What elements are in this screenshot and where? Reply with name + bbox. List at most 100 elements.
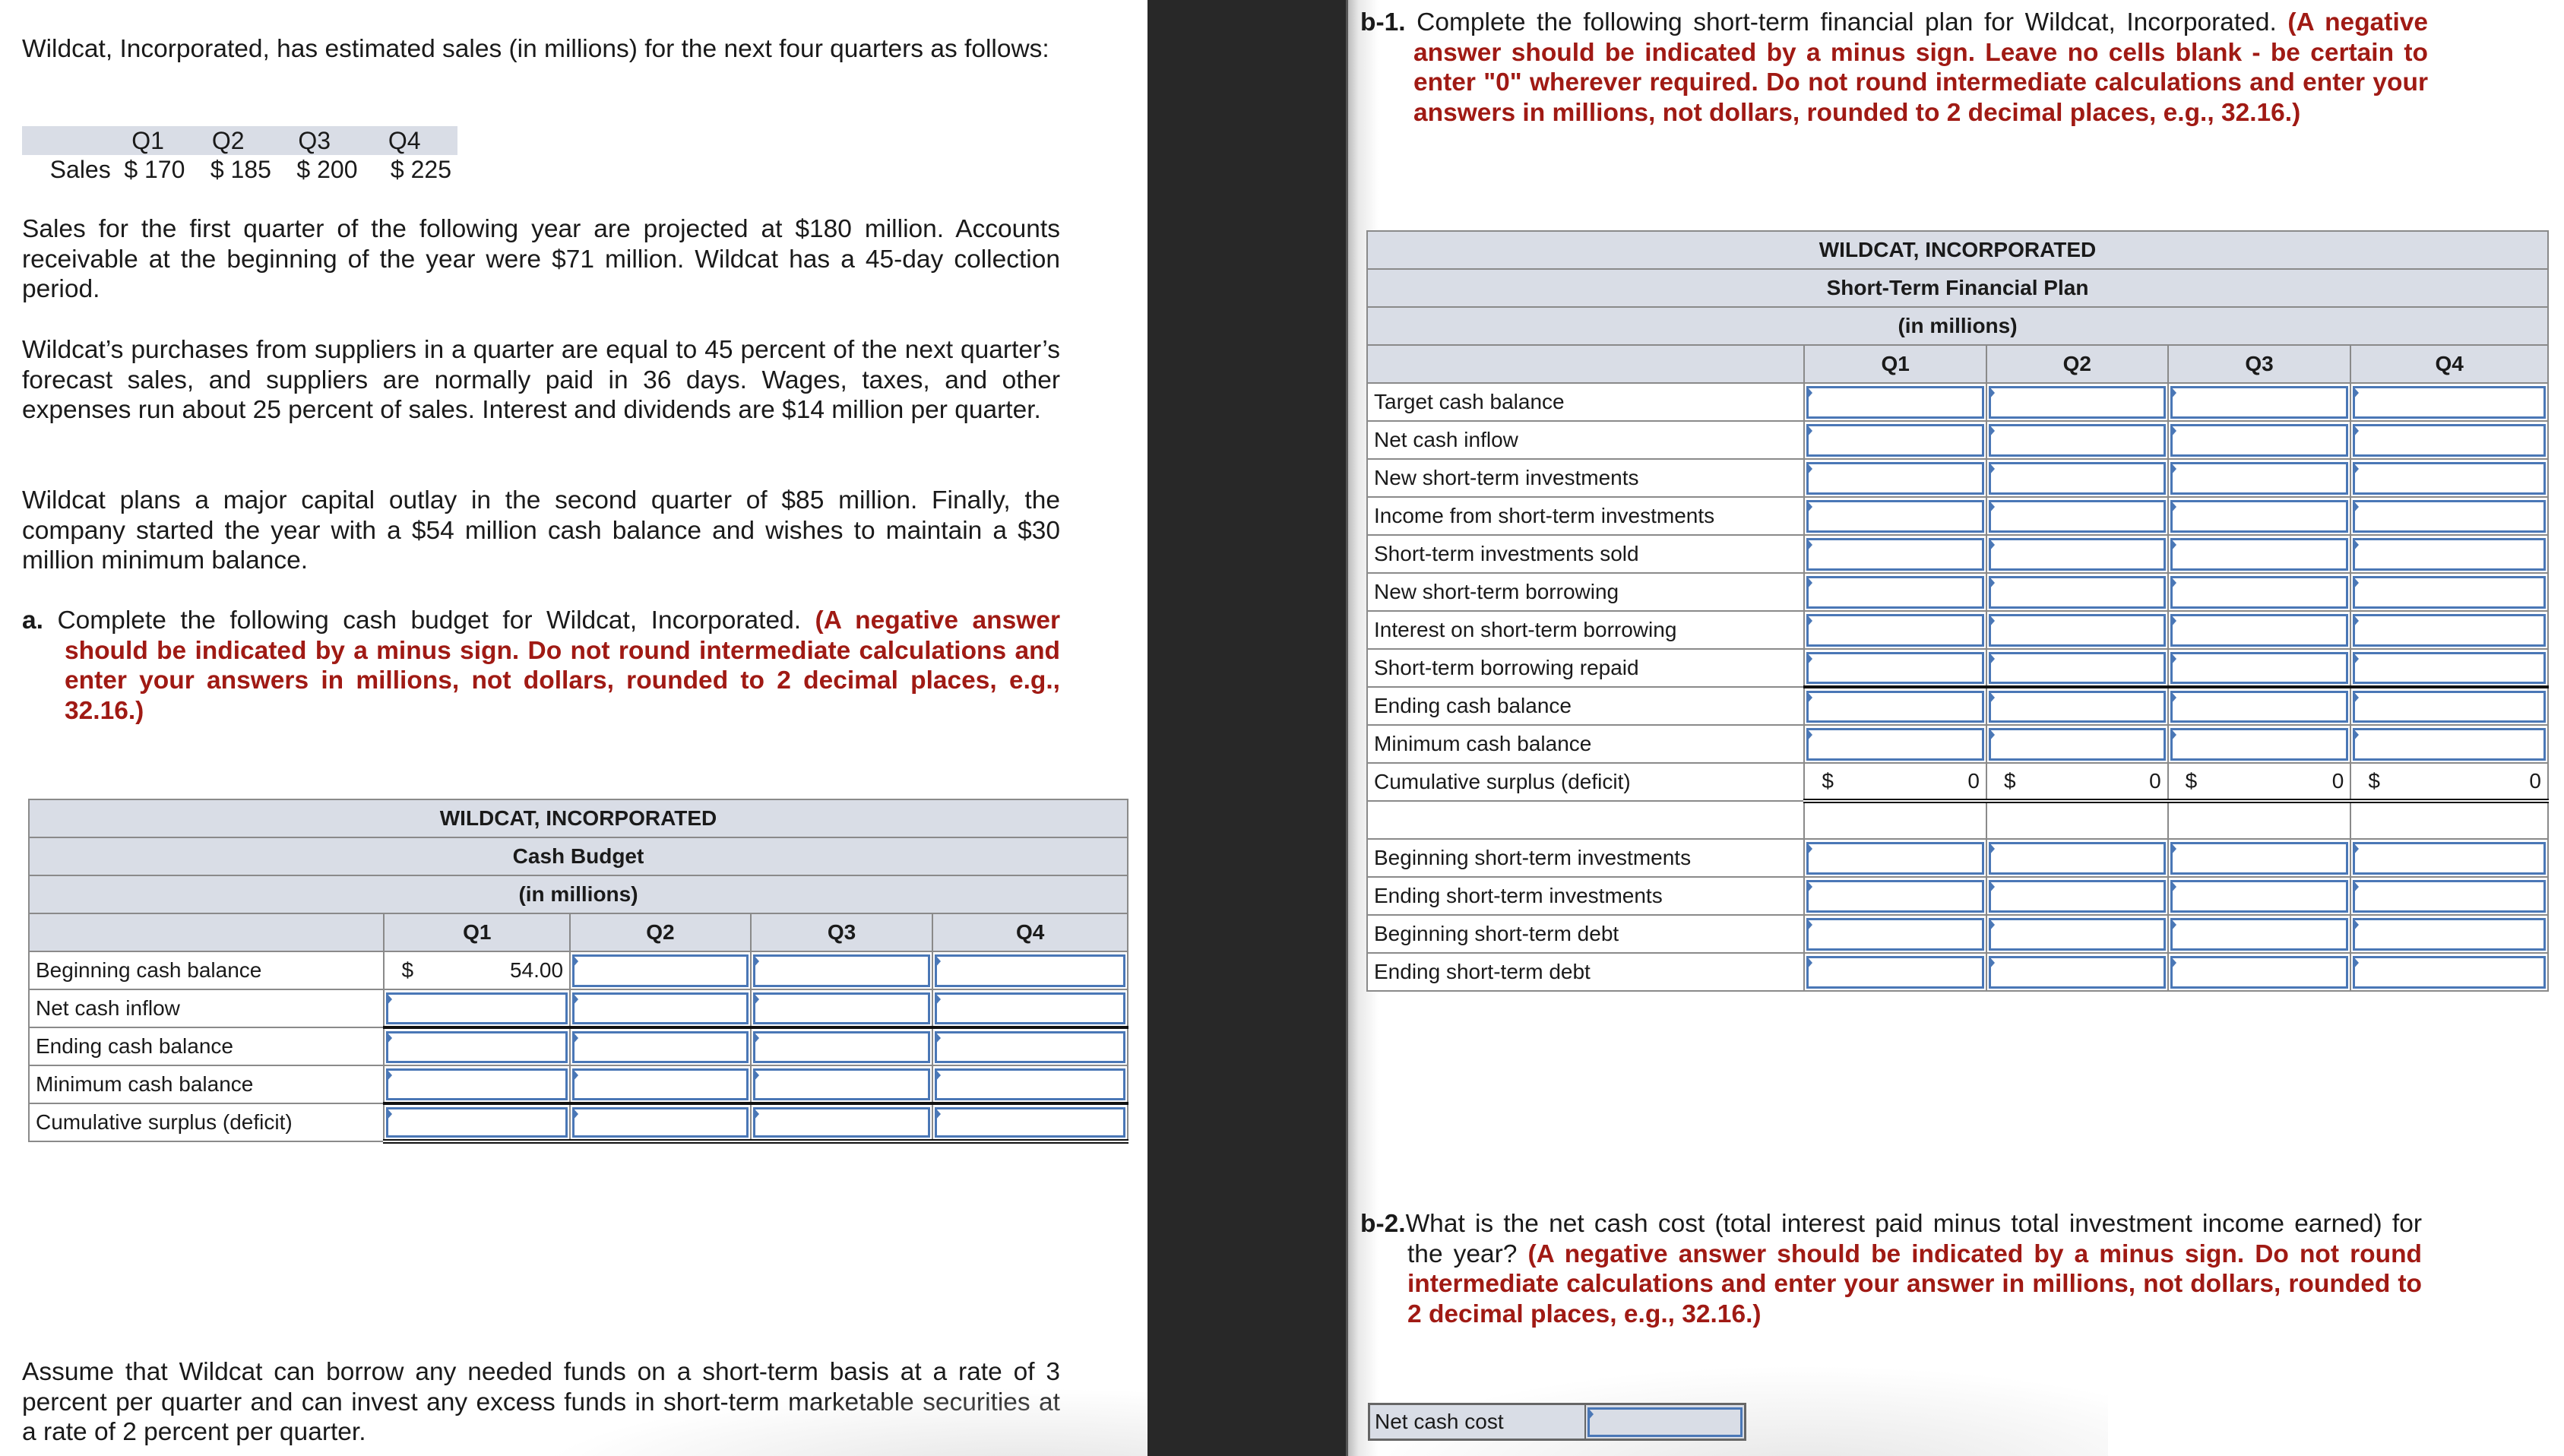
ending-cash-q1-input[interactable] — [386, 1031, 568, 1063]
ending-short-term-investments-q2-input[interactable] — [1988, 880, 2166, 913]
answer-input[interactable] — [755, 995, 929, 1022]
ending-cash-q4-input[interactable] — [935, 1031, 1125, 1063]
minimum-cash-q1-input[interactable] — [386, 1068, 568, 1100]
answer-input[interactable] — [575, 995, 746, 1022]
answer-input[interactable] — [937, 1109, 1123, 1135]
ending-cash-balance-q2-input[interactable] — [1988, 691, 2166, 723]
answer-input[interactable] — [2172, 654, 2347, 682]
answer-input[interactable] — [1809, 844, 1982, 872]
beginning-short-term-investments-q3-input[interactable] — [2170, 842, 2349, 875]
answer-input[interactable] — [388, 995, 566, 1022]
new-short-term-borrowing-q3-input[interactable] — [2170, 576, 2349, 609]
beginning-cash-q3-input[interactable] — [752, 954, 931, 987]
minimum-cash-q4-input[interactable] — [935, 1068, 1125, 1100]
short-term-investments-sold-q1-input[interactable] — [1806, 538, 1984, 571]
beginning-short-term-debt-q4-input[interactable] — [2353, 918, 2546, 951]
answer-input[interactable] — [2355, 693, 2543, 720]
answer-input[interactable] — [1809, 730, 1982, 758]
beginning-short-term-debt-q1-input[interactable] — [1806, 918, 1984, 951]
answer-input[interactable] — [1809, 958, 1982, 986]
new-short-term-borrowing-q4-input[interactable] — [2353, 576, 2546, 609]
short-term-investments-sold-q2-input[interactable] — [1988, 538, 2166, 571]
beginning-short-term-debt-q2-input[interactable] — [1988, 918, 2166, 951]
answer-input[interactable] — [575, 1109, 746, 1135]
target-cash-balance-q1-input[interactable] — [1806, 386, 1984, 419]
answer-input[interactable] — [1990, 578, 2164, 606]
beginning-short-term-investments-q4-input[interactable] — [2353, 842, 2546, 875]
answer-input[interactable] — [1809, 426, 1982, 454]
answer-input[interactable] — [1809, 654, 1982, 682]
answer-input[interactable] — [2355, 920, 2543, 948]
answer-input[interactable] — [2355, 616, 2543, 644]
net-cash-inflow-q4-input[interactable] — [2353, 424, 2546, 457]
answer-input[interactable] — [755, 1033, 929, 1061]
minimum-cash-balance-q1-input[interactable] — [1806, 728, 1984, 761]
target-cash-balance-q4-input[interactable] — [2353, 386, 2546, 419]
minimum-cash-balance-q3-input[interactable] — [2170, 728, 2349, 761]
answer-input[interactable] — [2172, 844, 2347, 872]
income-from-short-term-investments-q1-input[interactable] — [1806, 500, 1984, 533]
answer-input[interactable] — [388, 1071, 566, 1098]
answer-input[interactable] — [1809, 616, 1982, 644]
income-from-short-term-investments-q3-input[interactable] — [2170, 500, 2349, 533]
answer-input[interactable] — [1990, 882, 2164, 910]
answer-input[interactable] — [1809, 502, 1982, 530]
answer-input[interactable] — [2172, 693, 2347, 720]
ending-cash-q2-input[interactable] — [572, 1031, 749, 1063]
answer-input[interactable] — [2355, 502, 2543, 530]
answer-input[interactable] — [2172, 578, 2347, 606]
answer-input[interactable] — [755, 957, 929, 985]
answer-input[interactable] — [1990, 502, 2164, 530]
new-short-term-investments-q1-input[interactable] — [1806, 462, 1984, 495]
answer-input[interactable] — [2355, 654, 2543, 682]
net-cash-inflow-q4-input[interactable] — [935, 992, 1125, 1024]
new-short-term-investments-q3-input[interactable] — [2170, 462, 2349, 495]
net-cash-inflow-q2-input[interactable] — [1988, 424, 2166, 457]
net-cash-inflow-q3-input[interactable] — [2170, 424, 2349, 457]
ending-cash-balance-q4-input[interactable] — [2353, 691, 2546, 723]
answer-input[interactable] — [1809, 578, 1982, 606]
answer-input[interactable] — [1990, 730, 2164, 758]
answer-input[interactable] — [1809, 693, 1982, 720]
new-short-term-investments-q4-input[interactable] — [2353, 462, 2546, 495]
ending-short-term-debt-q4-input[interactable] — [2353, 956, 2546, 989]
answer-input[interactable] — [2172, 540, 2347, 568]
cumulative-surplus-q3-input[interactable] — [752, 1107, 931, 1138]
net-cash-inflow-q2-input[interactable] — [572, 992, 749, 1024]
answer-input[interactable] — [2355, 844, 2543, 872]
interest-on-short-term-borrowing-q3-input[interactable] — [2170, 614, 2349, 647]
beginning-cash-q2-input[interactable] — [572, 954, 749, 987]
income-from-short-term-investments-q4-input[interactable] — [2353, 500, 2546, 533]
interest-on-short-term-borrowing-q2-input[interactable] — [1988, 614, 2166, 647]
ending-short-term-debt-q3-input[interactable] — [2170, 956, 2349, 989]
answer-input[interactable] — [2355, 464, 2543, 492]
answer-input[interactable] — [1990, 616, 2164, 644]
target-cash-balance-q3-input[interactable] — [2170, 386, 2349, 419]
ending-short-term-investments-q4-input[interactable] — [2353, 880, 2546, 913]
answer-input[interactable] — [1990, 540, 2164, 568]
beginning-short-term-debt-q3-input[interactable] — [2170, 918, 2349, 951]
minimum-cash-q3-input[interactable] — [752, 1068, 931, 1100]
answer-input[interactable] — [2355, 426, 2543, 454]
answer-input[interactable] — [2172, 464, 2347, 492]
answer-input[interactable] — [2172, 882, 2347, 910]
answer-input[interactable] — [2355, 540, 2543, 568]
net-cash-inflow-q3-input[interactable] — [752, 992, 931, 1024]
beginning-short-term-investments-q2-input[interactable] — [1988, 842, 2166, 875]
ending-short-term-investments-q1-input[interactable] — [1806, 880, 1984, 913]
answer-input[interactable] — [1590, 1410, 1740, 1435]
answer-input[interactable] — [1990, 464, 2164, 492]
answer-input[interactable] — [1990, 693, 2164, 720]
answer-input[interactable] — [575, 1071, 746, 1098]
answer-input[interactable] — [1809, 388, 1982, 416]
answer-input[interactable] — [2355, 578, 2543, 606]
answer-input[interactable] — [1990, 920, 2164, 948]
answer-input[interactable] — [2172, 502, 2347, 530]
panel-divider[interactable] — [1147, 0, 1348, 1456]
ending-short-term-debt-q1-input[interactable] — [1806, 956, 1984, 989]
net-cash-cost-input[interactable] — [1587, 1407, 1743, 1437]
answer-input[interactable] — [1990, 958, 2164, 986]
cumulative-surplus-q4-input[interactable] — [935, 1107, 1125, 1138]
new-short-term-borrowing-q1-input[interactable] — [1806, 576, 1984, 609]
answer-input[interactable] — [2355, 882, 2543, 910]
